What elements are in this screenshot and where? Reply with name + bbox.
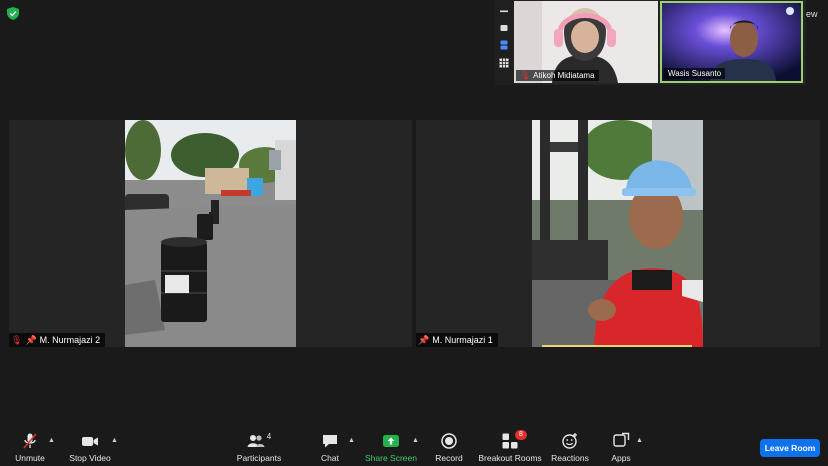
- video-tile[interactable]: 🎙 📌 M. Nurmajazi 2: [9, 120, 412, 347]
- thumbnail-strip: 🎙 Atikoh Midiatama Wasis Susanto: [495, 0, 806, 85]
- participant-name-tag: 📌 M. Nurmajazi 1: [416, 333, 498, 347]
- grid-view-icon[interactable]: [499, 58, 509, 68]
- participant-name: Atikoh Midiatama: [533, 71, 595, 80]
- leave-room-button[interactable]: Leave Room: [760, 439, 820, 457]
- participant-thumbnail[interactable]: 🎙 Atikoh Midiatama: [514, 1, 658, 83]
- participants-button[interactable]: 4 Participants: [234, 432, 284, 463]
- video-tile[interactable]: 📌 M. Nurmajazi 1: [416, 120, 820, 347]
- chat-icon: [323, 435, 337, 448]
- view-button[interactable]: ew: [806, 9, 818, 19]
- participant-name-tag: 🎙 📌 M. Nurmajazi 2: [9, 333, 106, 347]
- pin-icon: 📌: [25, 335, 37, 345]
- mic-muted-icon: [23, 433, 37, 449]
- record-icon: [441, 433, 457, 449]
- participants-icon: [247, 435, 265, 447]
- participant-name: M. Nurmajazi 1: [432, 335, 493, 345]
- participant-video: [125, 120, 296, 347]
- strip-controls: [495, 0, 513, 85]
- mic-muted-icon: 🎙: [520, 71, 531, 80]
- stack-view-icon[interactable]: [499, 40, 509, 50]
- chat-button[interactable]: Chat: [316, 432, 344, 463]
- share-screen-label: Share Screen: [365, 453, 417, 463]
- apps-label: Apps: [611, 453, 631, 463]
- reactions-button[interactable]: Reactions: [551, 432, 589, 463]
- stop-video-label: Stop Video: [69, 453, 111, 463]
- reactions-icon: [562, 433, 577, 449]
- participants-label: Participants: [236, 453, 282, 463]
- unmute-button[interactable]: Unmute: [12, 432, 48, 463]
- meeting-toolbar: Unmute ▲ Stop Video ▲ 4 Participants Cha…: [0, 428, 828, 466]
- audio-options-chevron-icon[interactable]: ▲: [48, 437, 55, 444]
- shield-icon[interactable]: [7, 7, 19, 20]
- share-options-chevron-icon[interactable]: ▲: [412, 437, 419, 444]
- video-options-chevron-icon[interactable]: ▲: [111, 437, 118, 444]
- minimize-icon[interactable]: [499, 10, 509, 13]
- breakout-rooms-button[interactable]: 8 Breakout Rooms: [478, 430, 542, 463]
- chat-label: Chat: [321, 453, 339, 463]
- video-camera-icon: [82, 437, 98, 446]
- chat-options-chevron-icon[interactable]: ▲: [348, 437, 355, 444]
- participants-count: 4: [266, 432, 272, 441]
- participant-name: Wasis Susanto: [668, 69, 722, 78]
- stop-video-button[interactable]: Stop Video: [68, 432, 112, 463]
- participant-thumbnail-active[interactable]: Wasis Susanto: [660, 1, 803, 83]
- apps-icon: [613, 432, 630, 447]
- participant-name-tag: 🎙 Atikoh Midiatama: [516, 70, 599, 81]
- participant-name: M. Nurmajazi 2: [39, 335, 101, 345]
- single-view-icon[interactable]: [499, 24, 509, 32]
- participant-name-tag: Wasis Susanto: [664, 68, 726, 79]
- breakout-rooms-label: Breakout Rooms: [478, 453, 542, 463]
- mic-muted-icon: 🎙: [11, 335, 23, 345]
- share-screen-button[interactable]: Share Screen: [365, 432, 417, 463]
- breakout-badge: 8: [515, 430, 527, 440]
- pin-icon: 📌: [418, 335, 430, 345]
- record-button[interactable]: Record: [434, 432, 464, 463]
- record-label: Record: [435, 453, 463, 463]
- unmute-label: Unmute: [15, 453, 45, 463]
- participant-video: [532, 120, 703, 347]
- share-screen-icon: [383, 435, 399, 447]
- apps-options-chevron-icon[interactable]: ▲: [636, 437, 643, 444]
- apps-button[interactable]: Apps: [608, 432, 634, 463]
- reactions-label: Reactions: [551, 453, 589, 463]
